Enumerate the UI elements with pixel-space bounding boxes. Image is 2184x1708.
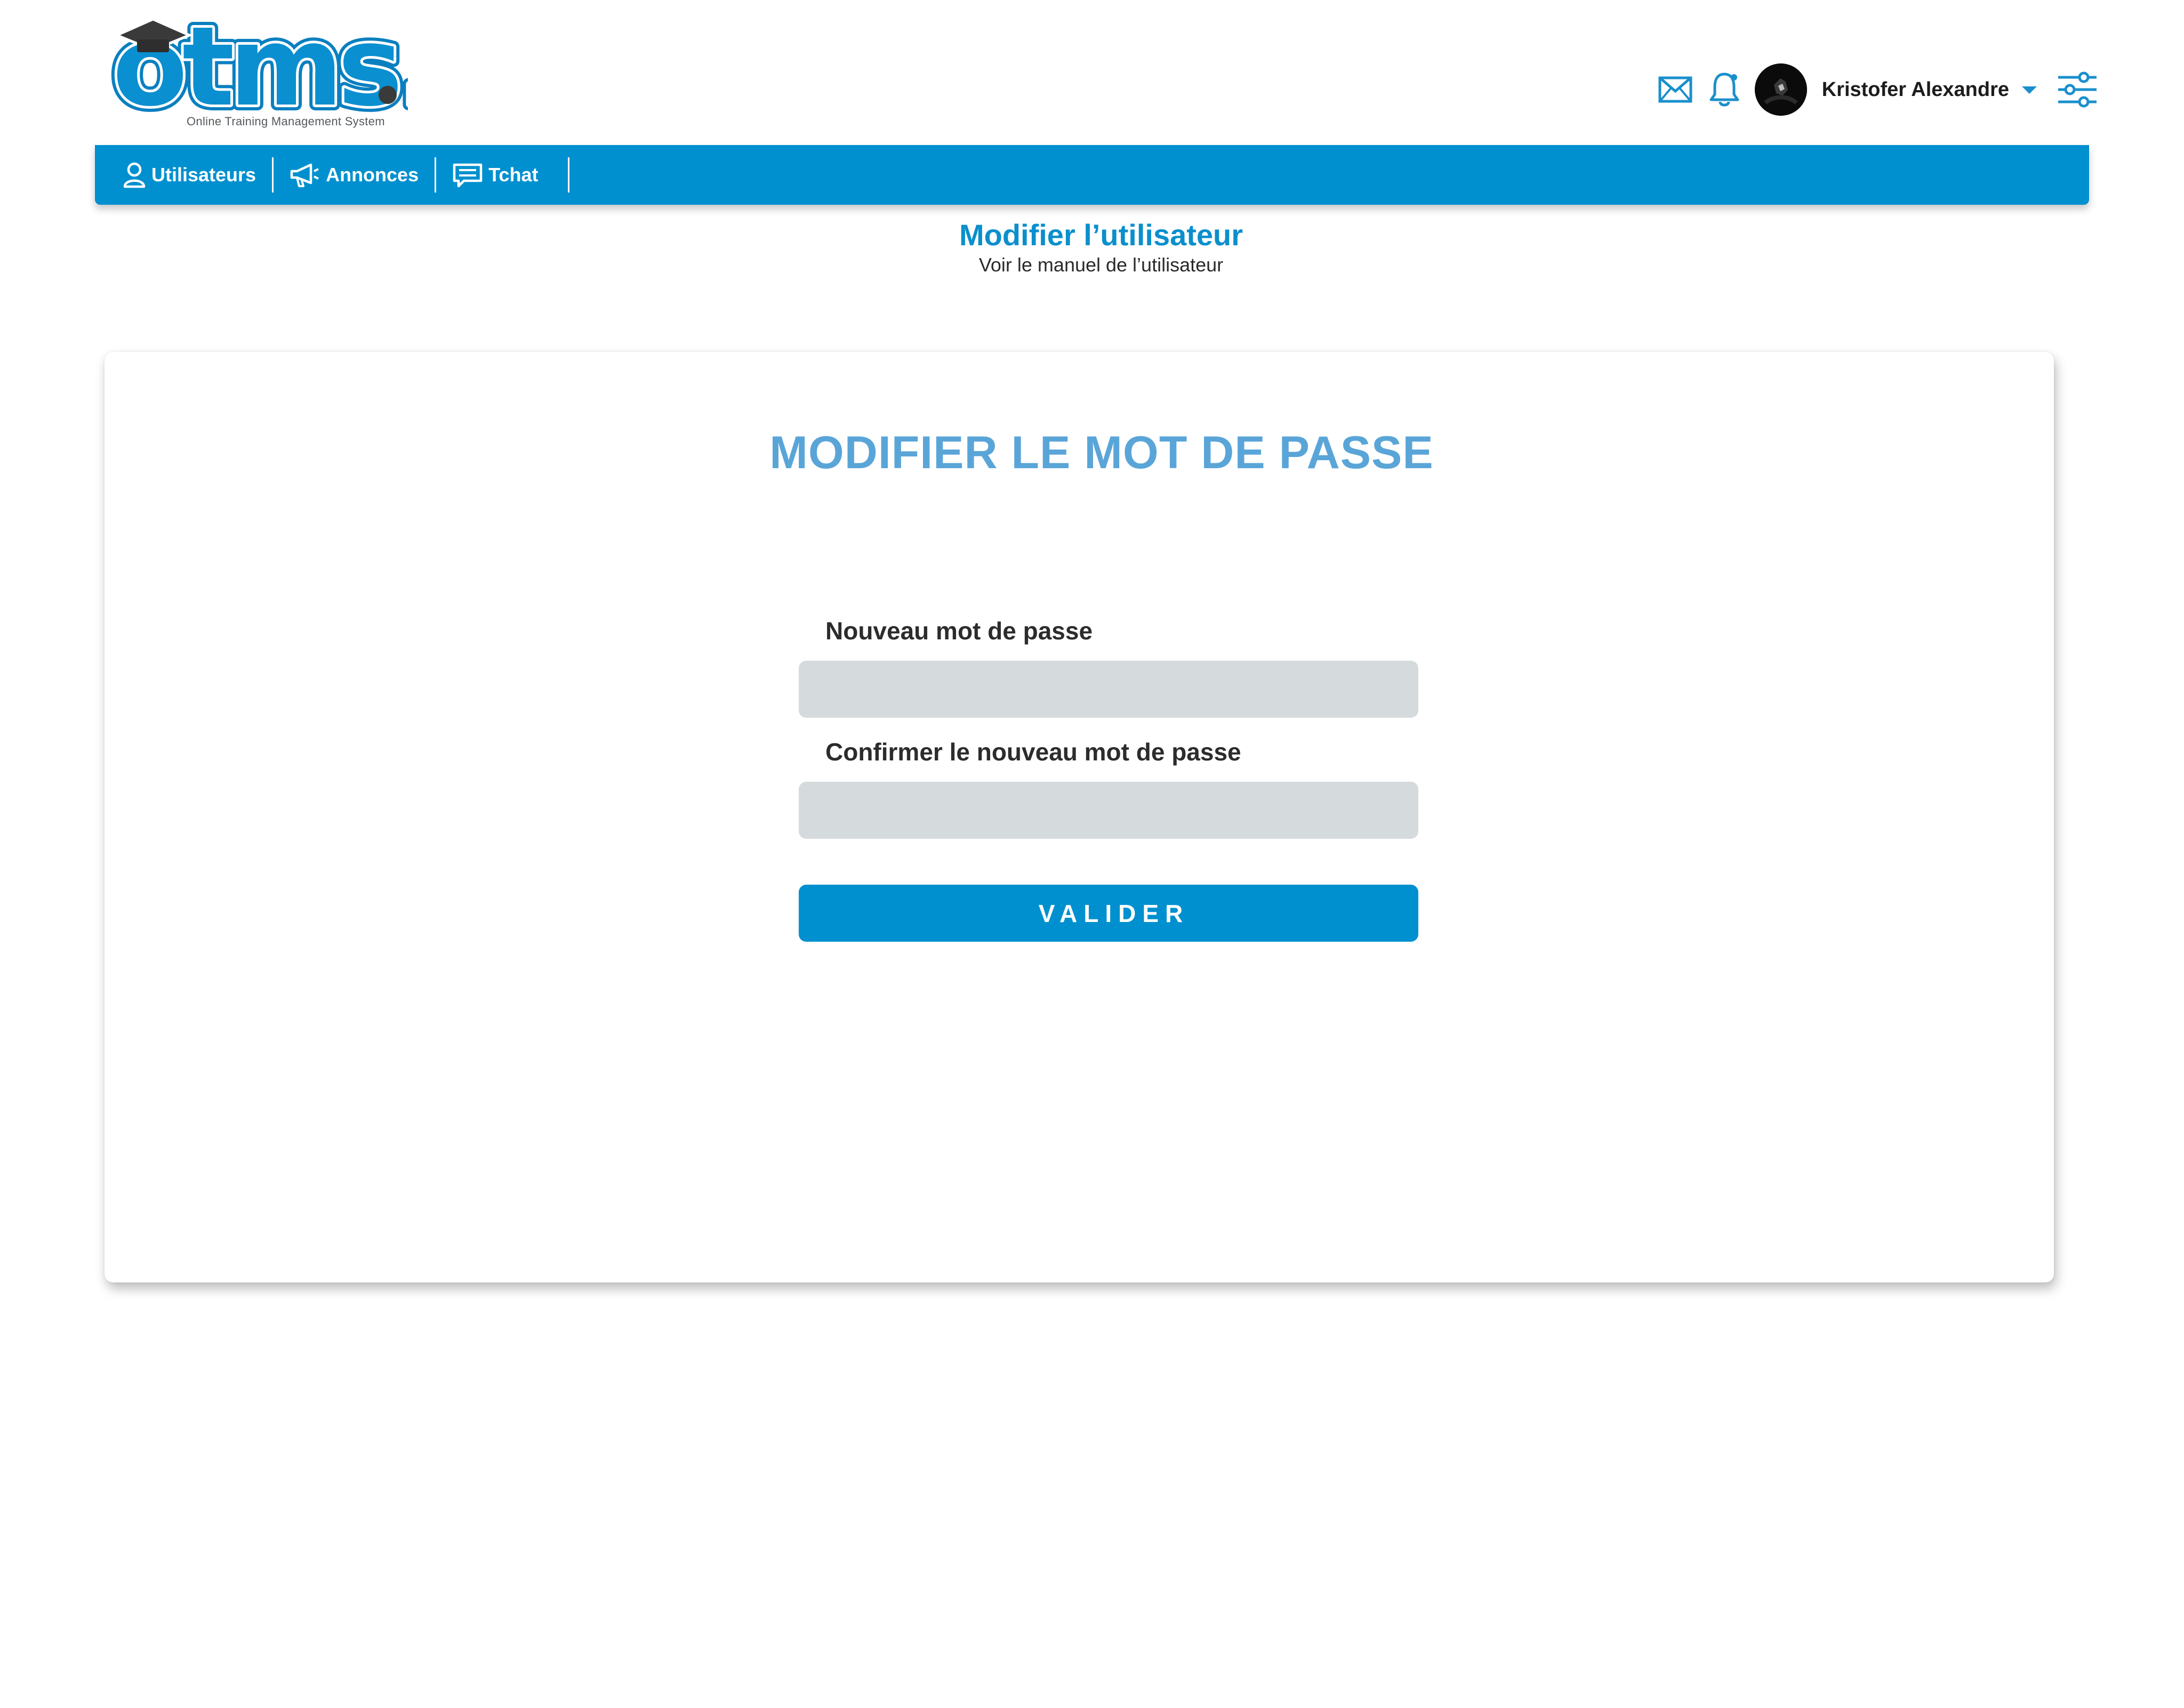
otms-logo-graphic: otms. otms. otms. xyxy=(107,0,445,137)
chat-icon xyxy=(453,163,483,188)
user-manual-link[interactable]: Voir le manuel de l’utilisateur xyxy=(0,254,2184,276)
page-title: Modifier l’utilisateur xyxy=(959,218,1243,252)
avatar[interactable] xyxy=(1754,63,1807,116)
megaphone-icon xyxy=(290,163,319,187)
main-nav: Utilisateurs Annonces Tchat xyxy=(95,145,2089,205)
confirm-password-input[interactable] xyxy=(799,782,1418,839)
nav-label: Utilisateurs xyxy=(151,164,256,186)
change-password-form: Nouveau mot de passe Confirmer le nouvea… xyxy=(799,613,1418,942)
nav-divider xyxy=(272,157,274,193)
bell-icon[interactable] xyxy=(1706,71,1743,108)
form-title: MODIFIER LE MOT DE PASSE xyxy=(769,427,1434,478)
nav-item-tchat[interactable]: Tchat xyxy=(452,158,538,192)
user-icon xyxy=(123,162,146,188)
caret-down-icon[interactable] xyxy=(2020,80,2039,99)
nav-label: Annonces xyxy=(326,164,419,186)
nav-item-annonces[interactable]: Annonces xyxy=(290,158,419,192)
nav-divider xyxy=(435,157,437,193)
mail-icon[interactable] xyxy=(1657,71,1694,108)
header-toolbar: Kristofer Alexandre xyxy=(1657,63,2099,116)
new-password-input[interactable] xyxy=(799,661,1418,718)
new-password-label: Nouveau mot de passe xyxy=(825,617,1093,645)
nav-divider xyxy=(568,157,570,193)
logo-tagline: Online Training Management System xyxy=(187,115,385,128)
user-name[interactable]: Kristofer Alexandre xyxy=(1822,78,2009,101)
nav-label: Tchat xyxy=(488,164,539,186)
password-card: MODIFIER LE MOT DE PASSE Nouveau mot de … xyxy=(105,352,2054,1282)
validate-button[interactable]: VALIDER xyxy=(799,885,1418,942)
filters-icon[interactable] xyxy=(2056,71,2099,108)
confirm-password-label: Confirmer le nouveau mot de passe xyxy=(825,738,1241,766)
nav-item-utilisateurs[interactable]: Utilisateurs xyxy=(123,158,256,192)
